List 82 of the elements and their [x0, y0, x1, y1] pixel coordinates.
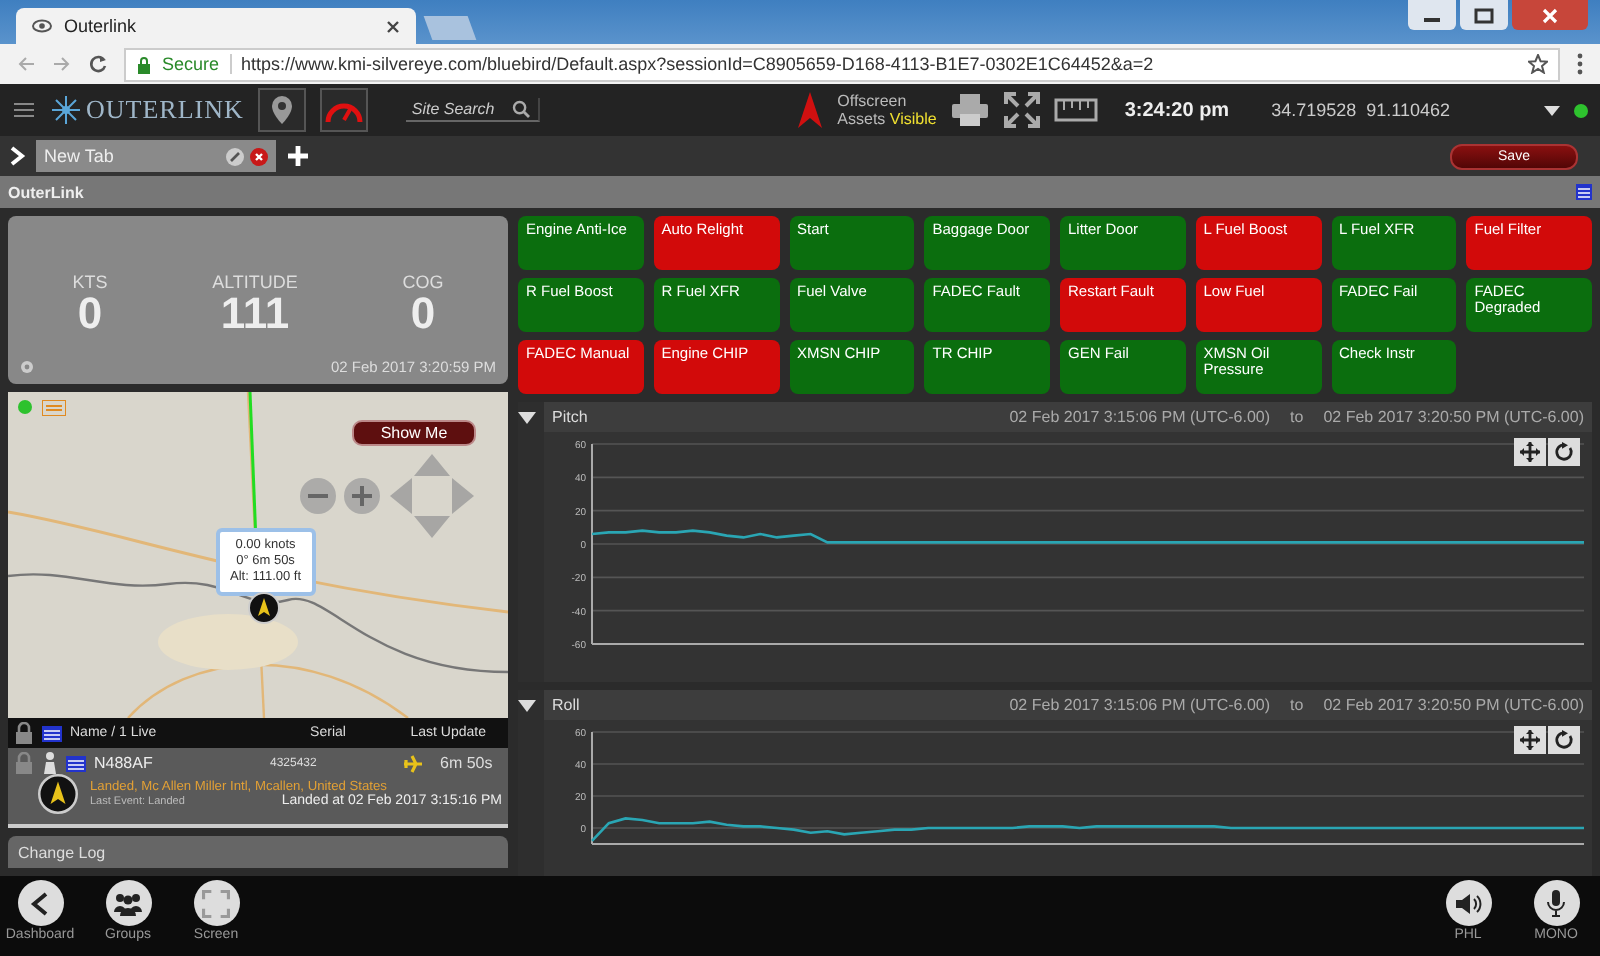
show-me-button[interactable]: Show Me — [352, 420, 476, 446]
chart-title: Roll — [552, 696, 580, 714]
more-menu-icon[interactable] — [1576, 52, 1584, 76]
pan-button[interactable] — [1514, 726, 1546, 754]
pan-button[interactable] — [1514, 438, 1546, 466]
brand-name: OUTERLINK — [86, 94, 244, 126]
back-chevron-icon — [30, 891, 50, 915]
collapse-caret-icon[interactable] — [518, 699, 536, 711]
asset-name: N488AF — [94, 754, 155, 772]
chevron-icon[interactable] — [10, 146, 26, 166]
readout-label: ALTITUDE — [212, 271, 298, 291]
list-icon[interactable] — [42, 725, 62, 741]
coordinates: 34.719528 91.110462 — [1271, 100, 1450, 120]
people-group-icon — [112, 891, 144, 915]
change-log-title: Change Log — [18, 843, 106, 861]
range-end: 02 Feb 2017 3:20:50 PM (UTC-6.00) — [1323, 696, 1584, 714]
plus-icon[interactable] — [286, 144, 310, 168]
clock-time: 3:24:20 pm — [1124, 99, 1230, 121]
close-icon — [1540, 7, 1560, 23]
address-field[interactable]: Secure https://www.kmi-silvereye.com/bluebird/Default.aspx?sessionId=C8905659-D168-4113-B1E7-0302E1C64452&a=2 — [124, 47, 1560, 81]
zoom-in-button[interactable] — [344, 478, 380, 514]
star-icon[interactable] — [1528, 54, 1548, 74]
y-axis-line — [591, 731, 593, 845]
section-title: OuterLink — [8, 183, 84, 201]
readout-value: 111 — [220, 291, 290, 335]
maximize-icon — [1474, 7, 1494, 23]
expand-icon — [202, 889, 230, 917]
readout-value: 0 — [410, 291, 436, 335]
pencil-icon[interactable] — [226, 147, 244, 165]
printer-icon[interactable] — [950, 92, 991, 128]
lock-icon[interactable] — [14, 722, 34, 744]
list-icon[interactable] — [1576, 184, 1592, 200]
eye-icon — [32, 16, 52, 36]
caret-icon[interactable] — [1544, 105, 1560, 115]
range-separator: to — [1290, 408, 1304, 426]
range-start: 02 Feb 2017 3:15:06 PM (UTC-6.00) — [1009, 408, 1271, 426]
assets-status: Visible — [889, 110, 937, 128]
change-log-panel[interactable]: Change Log — [8, 836, 508, 868]
close-icon[interactable] — [386, 19, 400, 33]
maximize-button[interactable] — [1460, 0, 1508, 30]
status-dot-icon — [1574, 103, 1588, 117]
close-icon[interactable] — [250, 147, 268, 165]
reset-button[interactable] — [1548, 438, 1580, 466]
close-window-button[interactable] — [1512, 0, 1588, 30]
browser-tab[interactable]: Outerlink — [16, 8, 416, 44]
starburst-logo-icon — [50, 94, 82, 126]
reset-icon — [1554, 442, 1574, 462]
readout-label: KTS — [72, 271, 108, 291]
arrow-icon — [795, 90, 824, 130]
aircraft-marker-icon — [38, 774, 78, 814]
map-pin-icon — [269, 94, 294, 126]
speaker-icon — [1454, 891, 1482, 915]
reset-button[interactable] — [1548, 726, 1580, 754]
airplane-icon — [402, 753, 424, 773]
gauge-button[interactable] — [319, 88, 368, 132]
map-pin-button[interactable] — [257, 88, 306, 132]
zoom-out-button[interactable] — [300, 478, 336, 514]
lock-icon — [136, 55, 152, 73]
range-end: 02 Feb 2017 3:20:50 PM (UTC-6.00) — [1323, 408, 1584, 426]
asset-age: 6m 50s — [440, 754, 493, 772]
aircraft-marker-icon[interactable] — [248, 592, 280, 624]
range-start: 02 Feb 2017 3:15:06 PM (UTC-6.00) — [1009, 696, 1271, 714]
menu-icon[interactable] — [12, 100, 36, 120]
chart-title: Pitch — [552, 408, 588, 426]
ruler-icon[interactable] — [1054, 94, 1099, 126]
move-icon — [1520, 730, 1540, 750]
readout-label: COG — [402, 271, 444, 291]
person-icon — [42, 752, 58, 774]
readout-value: 0 — [77, 291, 103, 335]
reload-icon[interactable] — [88, 54, 108, 74]
move-icon — [1520, 442, 1540, 462]
list-icon[interactable] — [66, 755, 86, 771]
minimize-button[interactable] — [1408, 0, 1456, 30]
microphone-icon — [1546, 889, 1566, 917]
expand-icon[interactable] — [1004, 92, 1041, 128]
site-search-field[interactable]: Site Search — [405, 98, 540, 122]
collapse-caret-icon[interactable] — [518, 411, 536, 423]
range-separator: to — [1290, 696, 1304, 714]
search-icon — [511, 100, 530, 118]
assets-label: Assets — [837, 110, 886, 128]
reset-icon — [1554, 730, 1574, 750]
offscreen-label: Offscreen — [837, 92, 909, 110]
